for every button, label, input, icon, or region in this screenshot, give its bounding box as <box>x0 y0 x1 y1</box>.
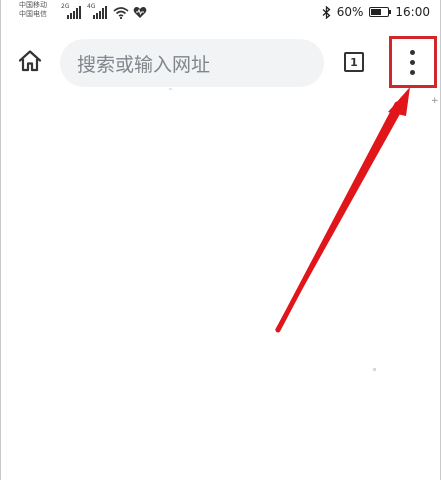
carrier-names: 中国移动 中国电信 <box>19 1 47 19</box>
carrier-2-label: 中国电信 <box>19 10 47 18</box>
search-input[interactable]: 搜索或输入网址 <box>60 39 324 87</box>
more-menu-button[interactable] <box>389 36 437 88</box>
status-right-group: 60% 16:00 <box>322 5 430 19</box>
browser-screen: 中国移动 中国电信 2G 4G 60% 16:00 搜索或输入网址 1 + <box>0 0 441 480</box>
search-placeholder: 搜索或输入网址 <box>77 53 211 76</box>
browser-toolbar: 搜索或输入网址 1 <box>1 36 440 88</box>
speck <box>373 368 376 371</box>
menu-dot <box>410 50 415 55</box>
battery-icon <box>369 7 392 17</box>
tab-switcher-button[interactable]: 1 <box>344 52 364 72</box>
speck <box>169 88 172 90</box>
menu-dot <box>410 60 415 65</box>
bluetooth-icon <box>322 5 331 19</box>
menu-dot <box>410 70 415 75</box>
heart-icon <box>133 7 147 18</box>
signal-icon <box>67 6 81 19</box>
plus-mark: + <box>431 96 439 106</box>
battery-percent: 60% <box>336 5 364 19</box>
clock: 16:00 <box>395 5 430 19</box>
wifi-icon <box>113 7 129 19</box>
carrier-1-label: 中国移动 <box>19 1 47 9</box>
battery-fill <box>371 9 382 15</box>
home-icon <box>18 50 42 72</box>
signal-icon <box>93 6 107 19</box>
tab-count-label: 1 <box>350 55 358 69</box>
home-button[interactable] <box>17 48 43 74</box>
status-bar: 中国移动 中国电信 2G 4G 60% 16:00 <box>1 0 440 26</box>
